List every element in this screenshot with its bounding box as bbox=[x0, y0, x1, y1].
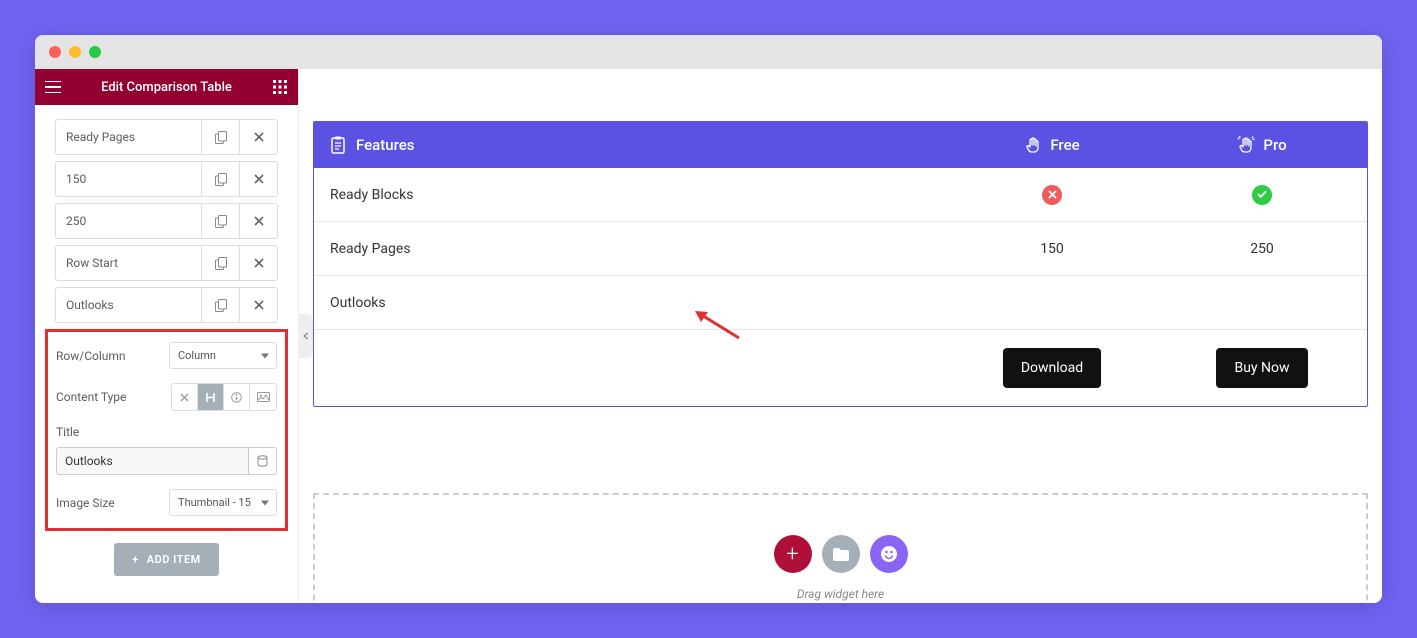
buy-now-button[interactable]: Buy Now bbox=[1216, 348, 1307, 388]
copy-icon[interactable] bbox=[201, 204, 239, 238]
close-icon[interactable] bbox=[239, 204, 277, 238]
table-feature-cell: Ready Pages bbox=[314, 241, 947, 257]
window-minimize-dot[interactable] bbox=[69, 46, 81, 58]
check-badge-icon bbox=[1252, 185, 1272, 205]
table-cell: 250 bbox=[1157, 241, 1367, 257]
content-type-field: Content Type bbox=[56, 383, 277, 411]
repeater-item-label: Row Start bbox=[56, 256, 201, 270]
repeater-item[interactable]: Row Start bbox=[55, 245, 278, 281]
main-canvas: Features Free Pro Ready Blocks bbox=[299, 69, 1382, 603]
highlight-annotation: Row/Column Column Content Type bbox=[45, 329, 288, 531]
field-label: Content Type bbox=[56, 390, 171, 404]
table-cell bbox=[1157, 185, 1367, 205]
row-column-select[interactable]: Column bbox=[169, 342, 277, 369]
sidebar-content: Ready Pages 150 250 Row Start bbox=[35, 105, 298, 603]
table-feature-cell: Ready Blocks bbox=[314, 187, 947, 203]
header-features: Features bbox=[314, 136, 947, 154]
content-type-heading-icon[interactable] bbox=[198, 384, 224, 410]
window-maximize-dot[interactable] bbox=[89, 46, 101, 58]
table-header-row: Features Free Pro bbox=[314, 122, 1367, 168]
field-label: Title bbox=[56, 425, 277, 439]
comparison-table-widget[interactable]: Features Free Pro Ready Blocks bbox=[313, 121, 1368, 407]
table-feature-cell: Outlooks bbox=[314, 295, 947, 311]
image-size-select[interactable]: Thumbnail - 15 bbox=[169, 489, 277, 516]
dropzone-label: Drag widget here bbox=[315, 587, 1366, 601]
image-size-field: Image Size Thumbnail - 15 bbox=[56, 489, 277, 516]
repeater-item-label: Ready Pages bbox=[56, 130, 201, 144]
hand-wave-icon bbox=[1237, 136, 1255, 154]
grid-icon[interactable] bbox=[262, 69, 298, 105]
copy-icon[interactable] bbox=[201, 120, 239, 154]
repeater-item-label: Outlooks bbox=[56, 298, 201, 312]
copy-icon[interactable] bbox=[201, 246, 239, 280]
add-item-button[interactable]: + ADD ITEM bbox=[114, 543, 219, 576]
add-item-label: ADD ITEM bbox=[147, 553, 201, 566]
sidebar-header: Edit Comparison Table bbox=[35, 69, 298, 105]
app-body: Edit Comparison Table Ready Pages 150 bbox=[35, 69, 1382, 603]
clipboard-icon bbox=[330, 136, 346, 154]
window-close-dot[interactable] bbox=[49, 46, 61, 58]
copy-icon[interactable] bbox=[201, 288, 239, 322]
copy-icon[interactable] bbox=[201, 162, 239, 196]
header-features-label: Features bbox=[356, 136, 414, 154]
template-library-button[interactable] bbox=[822, 535, 860, 573]
editor-sidebar: Edit Comparison Table Ready Pages 150 bbox=[35, 69, 299, 603]
repeater-item[interactable]: 250 bbox=[55, 203, 278, 239]
sidebar-title: Edit Comparison Table bbox=[71, 80, 262, 95]
field-label: Row/Column bbox=[56, 349, 169, 363]
download-button[interactable]: Download bbox=[1003, 348, 1101, 388]
hand-icon bbox=[1024, 136, 1042, 154]
global-widget-button[interactable] bbox=[870, 535, 908, 573]
window-titlebar bbox=[35, 35, 1382, 69]
repeater-item[interactable]: Ready Pages bbox=[55, 119, 278, 155]
canvas-notch bbox=[821, 69, 861, 75]
content-type-info-icon[interactable] bbox=[224, 384, 250, 410]
dropzone-icons: + bbox=[315, 535, 1366, 573]
content-type-image-icon[interactable] bbox=[250, 384, 276, 410]
header-col-free-label: Free bbox=[1050, 136, 1079, 154]
table-row: Ready Pages 150 250 bbox=[314, 222, 1367, 276]
header-col-pro-label: Pro bbox=[1263, 136, 1286, 154]
close-icon[interactable] bbox=[239, 246, 277, 280]
content-type-group bbox=[171, 383, 277, 411]
repeater-item-label: 150 bbox=[56, 172, 201, 186]
header-col-free: Free bbox=[947, 136, 1157, 154]
title-input[interactable] bbox=[56, 447, 249, 475]
row-column-field: Row/Column Column bbox=[56, 342, 277, 369]
menu-icon[interactable] bbox=[35, 69, 71, 105]
repeater-item-label: 250 bbox=[56, 214, 201, 228]
repeater-item[interactable]: 150 bbox=[55, 161, 278, 197]
close-icon[interactable] bbox=[239, 120, 277, 154]
table-row: Ready Blocks bbox=[314, 168, 1367, 222]
x-badge-icon bbox=[1042, 185, 1062, 205]
close-icon[interactable] bbox=[239, 162, 277, 196]
content-type-none-icon[interactable] bbox=[172, 384, 198, 410]
app-window: Edit Comparison Table Ready Pages 150 bbox=[35, 35, 1382, 603]
close-icon[interactable] bbox=[239, 288, 277, 322]
repeater-item[interactable]: Outlooks bbox=[55, 287, 278, 323]
field-label: Image Size bbox=[56, 496, 169, 510]
header-col-pro: Pro bbox=[1157, 136, 1367, 154]
table-row: Outlooks bbox=[314, 276, 1367, 330]
table-button-row: Download Buy Now bbox=[314, 330, 1367, 406]
dynamic-tag-icon[interactable] bbox=[249, 447, 277, 475]
table-cell bbox=[947, 185, 1157, 205]
add-section-button[interactable]: + bbox=[774, 535, 812, 573]
title-field: Title bbox=[56, 425, 277, 475]
widget-dropzone[interactable]: + Drag widget here bbox=[313, 493, 1368, 603]
plus-icon: + bbox=[132, 553, 139, 566]
table-cell: 150 bbox=[947, 241, 1157, 257]
